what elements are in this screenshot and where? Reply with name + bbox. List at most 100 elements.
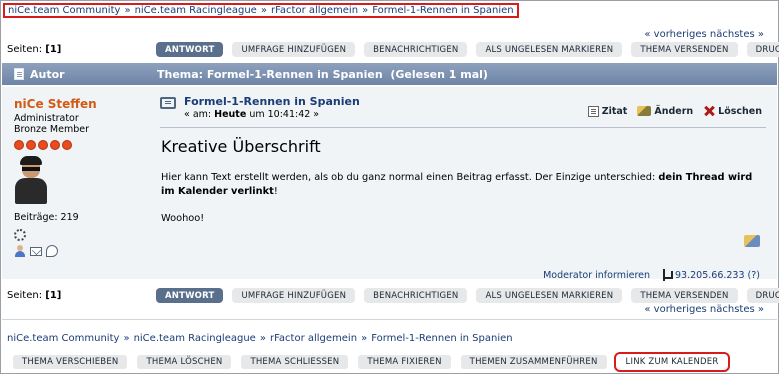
breadcrumb-rfactor[interactable]: rFactor allgemein [270, 333, 357, 344]
topic-icon [160, 97, 176, 109]
page-indicator-bottom: Seiten: [1] [7, 290, 61, 301]
topic-button-row-top: ANTWORT UMFRAGE HINZUFÜGEN BENACHRICHTIG… [156, 42, 779, 57]
quote-icon [587, 105, 599, 117]
footer-divider [2, 319, 777, 320]
poster-contact-icons [14, 245, 154, 257]
post-actions: Zitat Ändern Löschen [587, 105, 762, 117]
post-body: Formel-1-Rennen in Spanien « am: Heute u… [160, 95, 770, 281]
breadcrumb-sep: » [259, 333, 266, 344]
post-woohoo: Woohoo! [161, 213, 205, 224]
post-subject[interactable]: Formel-1-Rennen in Spanien [184, 95, 360, 108]
date-suffix: um 10:41:42 » [249, 109, 320, 120]
pages-label: Seiten: [7, 290, 43, 301]
report-to-moderator-link[interactable]: Moderator informieren [543, 270, 650, 281]
poster-rank: Bronze Member [14, 124, 89, 135]
print-button[interactable]: DRUCKEN [746, 42, 779, 57]
delete-label: Löschen [718, 105, 762, 117]
add-poll-button[interactable]: UMFRAGE HINZUFÜGEN [232, 42, 356, 57]
breadcrumb-topic[interactable]: Formel-1-Rennen in Spanien [371, 333, 512, 344]
breadcrumb-sep: » [362, 5, 369, 16]
pages-label: Seiten: [7, 44, 43, 55]
breadcrumb-sep: » [361, 333, 368, 344]
reply-button[interactable]: ANTWORT [156, 42, 224, 57]
document-icon [14, 68, 24, 80]
edit-icon [637, 106, 652, 116]
breadcrumb-racingleague[interactable]: niCe.team Racingleague [135, 5, 257, 16]
breadcrumb-topic[interactable]: Formel-1-Rennen in Spanien [372, 5, 513, 16]
avatar-cap [20, 156, 42, 165]
poster-info: niCe Steffen Administrator Bronze Member… [14, 97, 154, 257]
post-divider [160, 127, 766, 128]
mark-unread-button[interactable]: ALS UNGELESEN MARKIEREN [476, 42, 623, 57]
ip-info: 93.205.66.233 (?) [662, 269, 760, 281]
print-button[interactable]: DRUCKEN [746, 288, 779, 303]
ip-icon [662, 269, 674, 281]
page-indicator: Seiten: [1] [7, 44, 61, 55]
reply-button[interactable]: ANTWORT [156, 288, 224, 303]
author-column-header: Autor [2, 68, 157, 81]
merge-topics-button[interactable]: THEMEN ZUSAMMENFÜHREN [460, 355, 607, 369]
author-label: Autor [30, 67, 65, 81]
sticky-topic-button[interactable]: THEMA FIXIEREN [358, 355, 451, 369]
quote-label: Zitat [601, 105, 628, 117]
breadcrumb-community[interactable]: niCe.team Community [7, 333, 119, 344]
mark-unread-button[interactable]: ALS UNGELESEN MARKIEREN [476, 288, 623, 303]
notify-button[interactable]: BENACHRICHTIGEN [364, 42, 468, 57]
topic-title: Thema: Formel-1-Rennen in Spanien (Geles… [157, 67, 488, 81]
post-count: Beiträge: 219 [14, 212, 79, 223]
move-topic-button[interactable]: THEMA VERSCHIEBEN [13, 355, 128, 369]
delete-button[interactable]: Löschen [703, 105, 762, 117]
edit-button[interactable]: Ändern [637, 106, 693, 117]
edit-label: Ändern [654, 105, 694, 117]
post-date: « am: Heute um 10:41:42 » [184, 109, 360, 120]
prev-next-links-bottom[interactable]: « vorheriges nächstes » [644, 304, 764, 315]
delete-icon [703, 105, 715, 117]
send-topic-button[interactable]: THEMA VERSENDEN [631, 42, 738, 57]
poster-role: Administrator [14, 113, 79, 124]
post-text: Hier kann Text erstellt werden, als ob d… [161, 171, 761, 199]
rank-star-icon [62, 140, 72, 150]
breadcrumb-sep: » [124, 5, 131, 16]
post-text-end: ! [273, 186, 278, 197]
breadcrumb-sep: » [260, 5, 267, 16]
rank-stars [14, 140, 154, 150]
rank-star-icon [50, 140, 60, 150]
rank-star-icon [26, 140, 36, 150]
add-poll-button[interactable]: UMFRAGE HINZUFÜGEN [232, 288, 356, 303]
date-prefix: « am: [184, 109, 212, 120]
breadcrumb-rfactor[interactable]: rFactor allgemein [271, 5, 358, 16]
prev-next-links[interactable]: « vorheriges nächstes » [644, 29, 764, 40]
send-topic-button[interactable]: THEMA VERSENDEN [631, 288, 738, 303]
delete-topic-button[interactable]: THEMA LÖSCHEN [137, 355, 232, 369]
lock-topic-button[interactable]: THEMA SCHLIESSEN [241, 355, 349, 369]
poster-gender-row [14, 229, 154, 241]
ip-address[interactable]: 93.205.66.233 (?) [675, 270, 760, 281]
link-to-calendar-button[interactable]: LINK ZUM KALENDER [613, 352, 731, 372]
breadcrumb-community[interactable]: niCe.team Community [8, 5, 120, 16]
post-heading: Kreative Überschrift [161, 137, 321, 156]
avatar-shades [22, 167, 40, 171]
topic-button-row-bottom: ANTWORT UMFRAGE HINZUFÜGEN BENACHRICHTIG… [156, 288, 779, 303]
modify-inline-icon[interactable] [744, 235, 760, 247]
date-day: Heute [214, 109, 247, 120]
avatar-body [15, 178, 47, 204]
topic-header-bar: Autor Thema: Formel-1-Rennen in Spanien … [2, 63, 777, 85]
breadcrumb-bottom: niCe.team Community » niCe.team Racingle… [7, 333, 513, 344]
post-container: niCe Steffen Administrator Bronze Member… [2, 87, 777, 281]
breadcrumb-top: niCe.team Community » niCe.team Racingle… [3, 3, 519, 18]
profile-icon[interactable] [14, 245, 26, 257]
pages-value[interactable]: [1] [45, 44, 61, 55]
breadcrumb-racingleague[interactable]: niCe.team Racingleague [134, 333, 256, 344]
poster-name[interactable]: niCe Steffen [14, 97, 154, 111]
rank-star-icon [14, 140, 24, 150]
email-icon[interactable] [30, 247, 42, 256]
gender-icon [14, 229, 26, 241]
pages-value[interactable]: [1] [45, 290, 61, 301]
moderation-row: Moderator informieren 93.205.66.233 (?) [543, 269, 760, 281]
quote-button[interactable]: Zitat [587, 105, 628, 117]
notify-button[interactable]: BENACHRICHTIGEN [364, 288, 468, 303]
breadcrumb-sep: » [123, 333, 130, 344]
post-text-plain: Hier kann Text erstellt werden, als ob d… [161, 172, 659, 183]
personal-message-icon[interactable] [46, 245, 58, 257]
moderator-button-row: THEMA VERSCHIEBEN THEMA LÖSCHEN THEMA SC… [13, 352, 731, 372]
